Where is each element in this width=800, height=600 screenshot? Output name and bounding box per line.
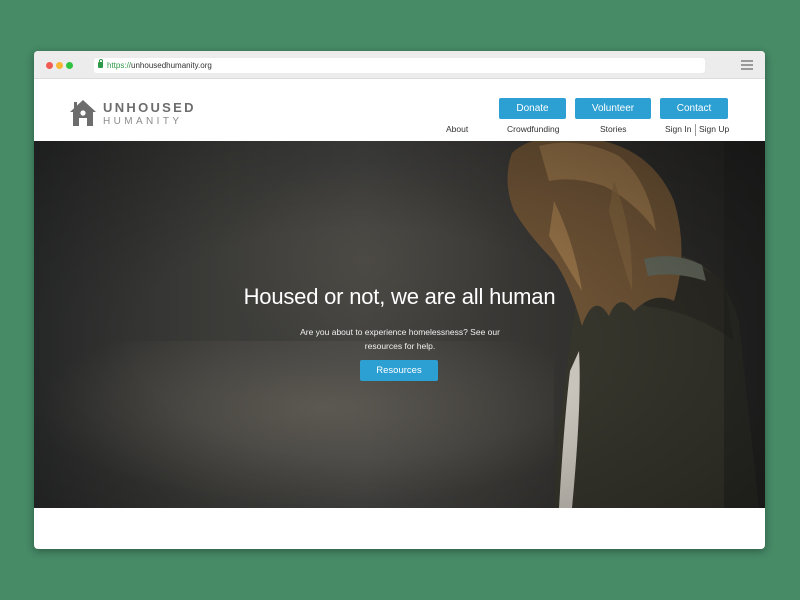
- logo-name-line2: HUMANITY: [103, 116, 183, 127]
- nav-stories[interactable]: Stories: [600, 124, 626, 134]
- contact-button[interactable]: Contact: [660, 98, 728, 119]
- house-logo-icon: [70, 100, 96, 126]
- address-bar[interactable]: https://unhousedhumanity.org: [94, 58, 705, 73]
- hero-title: Housed or not, we are all human: [243, 284, 556, 309]
- url-scheme: https://: [107, 61, 132, 70]
- lock-icon: [98, 59, 103, 68]
- browser-window: https://unhousedhumanity.org UNHOUSED HU…: [34, 51, 765, 549]
- hero-subtitle: Are you about to experience homelessness…: [300, 327, 500, 351]
- nav-divider: [695, 124, 696, 136]
- nav-crowdfunding[interactable]: Crowdfunding: [507, 124, 559, 134]
- sign-up-link[interactable]: Sign Up: [699, 124, 729, 134]
- minimize-window-button[interactable]: [56, 62, 63, 69]
- menu-icon[interactable]: [741, 60, 753, 70]
- sign-in-link[interactable]: Sign In: [665, 124, 691, 134]
- nav-about[interactable]: About: [446, 124, 468, 134]
- close-window-button[interactable]: [46, 62, 53, 69]
- site-header: UNHOUSED HUMANITY Donate Volunteer Conta…: [34, 79, 765, 141]
- logo-name-line1: UNHOUSED: [103, 100, 196, 115]
- hero-banner: Housed or not, we are all human Are you …: [34, 141, 765, 508]
- volunteer-button[interactable]: Volunteer: [575, 98, 651, 119]
- maximize-window-button[interactable]: [66, 62, 73, 69]
- donate-button[interactable]: Donate: [499, 98, 566, 119]
- resources-button[interactable]: Resources: [360, 360, 438, 381]
- url-host: unhousedhumanity.org: [131, 61, 212, 70]
- browser-toolbar: https://unhousedhumanity.org: [34, 51, 765, 79]
- logo[interactable]: UNHOUSED HUMANITY: [69, 99, 199, 131]
